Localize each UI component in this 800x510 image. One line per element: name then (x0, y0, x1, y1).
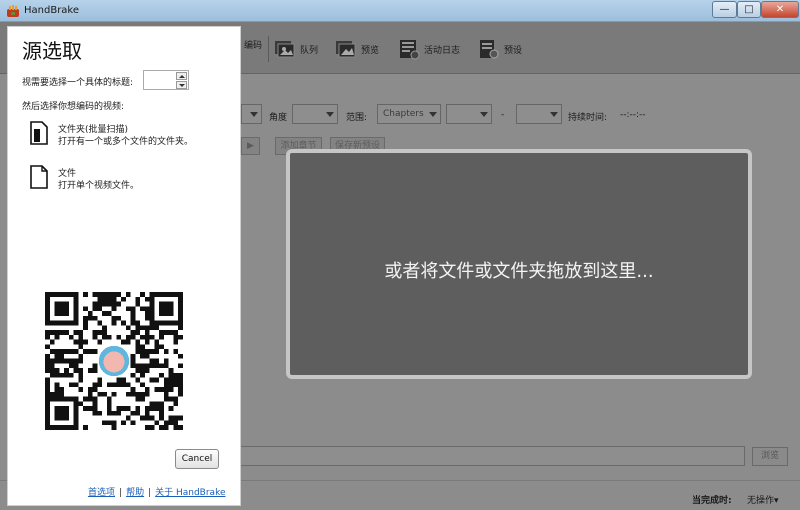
toolbar-queue-label: 队列 (300, 45, 319, 56)
folder-option-desc: 打开有一个或多个文件的文件夹。 (58, 137, 194, 147)
destination-input[interactable] (240, 446, 745, 466)
open-folder-option[interactable]: 文件夹(批量扫描) 打开有一个或多个文件的文件夹。 (30, 121, 230, 153)
maximize-button[interactable]: □ (737, 1, 761, 18)
chevron-down-icon (429, 112, 437, 117)
toolbar-preview[interactable]: 预览 (335, 38, 379, 60)
range-dash: - (501, 110, 505, 120)
source-selection-panel: 源选取 视需要选择一个具体的标题: 然后选择你想编码的视频: 文件夹(批量扫描)… (7, 26, 241, 506)
browse-button[interactable]: 浏览 (752, 447, 788, 466)
minimize-button[interactable]: — (712, 1, 737, 18)
toolbar-queue[interactable]: 队列 (274, 38, 318, 60)
app-window: HandBrake — □ ✕ 编码 队列 预览 活动日志 预设 角度 范围: … (0, 0, 800, 510)
qr-code-image (45, 292, 183, 430)
toolbar-activity-log[interactable]: 活动日志 (398, 38, 460, 60)
about-link[interactable]: 关于 HandBrake (155, 488, 225, 498)
file-icon (30, 165, 48, 189)
handbrake-logo-icon (7, 5, 19, 17)
preferences-link[interactable]: 首选项 (88, 488, 115, 498)
toolbar-presets-label: 预设 (504, 45, 523, 56)
folder-icon (30, 121, 48, 145)
play-button[interactable]: ▶ (241, 137, 260, 155)
range-start-dropdown[interactable] (446, 104, 492, 124)
when-done-label: 当完成时: (692, 496, 732, 506)
when-done-dropdown[interactable]: 无操作▾ (747, 493, 779, 506)
toolbar-encode[interactable]: 编码 (244, 38, 262, 51)
toolbar-separator (268, 36, 269, 62)
toolbar-preview-label: 预览 (361, 45, 380, 56)
duration-value: --:--:-- (620, 110, 646, 120)
panel-title: 源选取 (22, 39, 82, 63)
range-end-dropdown[interactable] (516, 104, 562, 124)
queue-icon (275, 41, 295, 58)
link-separator: | (148, 488, 152, 498)
duration-label: 持续时间: (568, 113, 608, 123)
video-prompt: 然后选择你想编码的视频: (22, 102, 125, 112)
preview-icon (336, 41, 356, 58)
toolbar-activity-log-label: 活动日志 (424, 45, 461, 56)
stepper-up-icon[interactable] (176, 72, 187, 80)
range-type-dropdown[interactable]: Chapters (377, 104, 441, 124)
stepper-down-icon[interactable] (176, 81, 187, 89)
help-link[interactable]: 帮助 (126, 488, 144, 498)
link-separator: | (119, 488, 123, 498)
chevron-down-icon (480, 112, 488, 117)
toolbar-presets[interactable]: 预设 (478, 38, 522, 60)
angle-label: 角度 (269, 113, 288, 123)
cancel-button[interactable]: Cancel (175, 449, 219, 469)
range-type-value: Chapters (383, 109, 424, 119)
presets-icon (480, 40, 499, 59)
title-prompt: 视需要选择一个具体的标题: (22, 78, 134, 88)
activity-log-icon (400, 40, 420, 60)
toolbar-encode-label: 编码 (244, 41, 263, 51)
chevron-down-icon (250, 112, 258, 117)
drop-zone-text: 或者将文件或文件夹拖放到这里... (384, 261, 654, 282)
window-title: HandBrake (24, 5, 80, 16)
chevron-down-icon (550, 112, 558, 117)
chevron-down-icon (326, 112, 334, 117)
footer-links: 首选项 | 帮助 | 关于 HandBrake (88, 485, 226, 498)
close-button[interactable]: ✕ (761, 1, 799, 18)
title-dropdown[interactable] (241, 104, 262, 124)
drop-zone[interactable]: 或者将文件或文件夹拖放到这里... (286, 149, 752, 379)
title-number-stepper[interactable] (143, 70, 189, 90)
open-file-option[interactable]: 文件 打开单个视频文件。 (30, 165, 230, 197)
title-bar: HandBrake — □ ✕ (0, 0, 800, 22)
file-option-desc: 打开单个视频文件。 (58, 181, 140, 191)
angle-dropdown[interactable] (292, 104, 338, 124)
range-label: 范围: (346, 113, 368, 123)
